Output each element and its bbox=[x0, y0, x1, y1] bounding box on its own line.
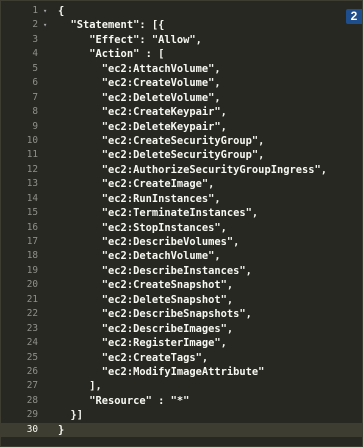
fold-arrow-icon[interactable]: ▾ bbox=[43, 4, 47, 18]
code-text: "ec2:AttachVolume", bbox=[58, 62, 221, 75]
code-text: "Resource" : "*" bbox=[58, 394, 190, 407]
code-line[interactable]: 28 "Resource" : "*" bbox=[1, 394, 362, 408]
code-line[interactable]: 7 "ec2:DeleteVolume", bbox=[1, 91, 362, 105]
code-text: "ec2:DeleteSecurityGroup", bbox=[58, 149, 265, 162]
code-line[interactable]: 15 "ec2:TerminateInstances", bbox=[1, 206, 362, 220]
code-line[interactable]: 29 }] bbox=[1, 408, 362, 422]
code-line[interactable]: 6 "ec2:CreateVolume", bbox=[1, 76, 362, 90]
code-line[interactable]: 16 "ec2:StopInstances", bbox=[1, 221, 362, 235]
line-number: 9 bbox=[32, 120, 38, 132]
code-text: "ec2:DetachVolume", bbox=[58, 250, 221, 263]
code-text: "ec2:DescribeImages", bbox=[58, 322, 234, 335]
code-line[interactable]: 14 "ec2:RunInstances", bbox=[1, 192, 362, 206]
code-line[interactable]: 18 "ec2:DetachVolume", bbox=[1, 249, 362, 263]
line-number: 10 bbox=[26, 134, 38, 146]
line-number: 23 bbox=[26, 322, 38, 334]
notification-badge[interactable]: 2 bbox=[346, 9, 362, 24]
line-number: 25 bbox=[26, 351, 38, 363]
line-number: 26 bbox=[26, 365, 38, 377]
line-number: 12 bbox=[26, 163, 38, 175]
line-number: 18 bbox=[26, 250, 38, 262]
code-text: "ec2:CreateSnapshot", bbox=[58, 279, 234, 292]
line-number: 7 bbox=[32, 91, 38, 103]
code-text: } bbox=[58, 423, 65, 436]
code-line[interactable]: 23 "ec2:DescribeImages", bbox=[1, 322, 362, 336]
code-line[interactable]: 8 "ec2:CreateKeypair", bbox=[1, 105, 362, 119]
code-line[interactable]: 25 "ec2:CreateTags", bbox=[1, 351, 362, 365]
code-text: "ec2:CreateTags", bbox=[58, 351, 209, 364]
code-text: "ec2:DeleteKeypair", bbox=[58, 120, 227, 133]
code-text: "ec2:RunInstances", bbox=[58, 192, 221, 205]
code-line[interactable]: 21 "ec2:DeleteSnapshot", bbox=[1, 293, 362, 307]
code-text: "ec2:CreateKeypair", bbox=[58, 106, 227, 119]
code-line[interactable]: 10 "ec2:CreateSecurityGroup", bbox=[1, 134, 362, 148]
code-line[interactable]: 30} bbox=[1, 422, 362, 438]
line-number: 6 bbox=[32, 77, 38, 89]
code-area[interactable]: 1 ▾{2 ▾ "Statement": [{3 "Effect": "Allow"… bbox=[1, 4, 362, 438]
code-line[interactable]: 11 "ec2:DeleteSecurityGroup", bbox=[1, 148, 362, 162]
line-number: 17 bbox=[26, 236, 38, 247]
line-number: 13 bbox=[26, 178, 38, 190]
code-text: { bbox=[58, 5, 65, 17]
code-text: "Action" : [ bbox=[58, 48, 165, 61]
code-text: "ec2:RegisterImage", bbox=[58, 337, 227, 350]
code-text: "ec2:AuthorizeSecurityGroupIngress", bbox=[58, 163, 327, 176]
line-number: 1 bbox=[32, 5, 38, 16]
line-number: 2 bbox=[32, 19, 38, 31]
code-line[interactable]: 1 ▾ { bbox=[1, 4, 362, 18]
code-text: "ec2:DescribeVolumes", bbox=[58, 236, 240, 248]
code-editor[interactable]: { "editor": { "badge": "2", "active_line… bbox=[0, 0, 363, 447]
line-number: 16 bbox=[26, 221, 38, 233]
line-number: 19 bbox=[26, 264, 38, 276]
line-number: 27 bbox=[26, 380, 38, 392]
code-line[interactable]: 4 "Action" : [ bbox=[1, 47, 362, 61]
code-text: "ec2:TerminateInstances", bbox=[58, 207, 259, 220]
code-text: "ec2:CreateVolume", bbox=[58, 77, 221, 90]
code-line[interactable]: 5 "ec2:AttachVolume", bbox=[1, 62, 362, 76]
code-line[interactable]: 9 "ec2:DeleteKeypair", bbox=[1, 120, 362, 134]
code-line[interactable]: 3 "Effect": "Allow", bbox=[1, 33, 362, 47]
code-line[interactable]: 2 ▾ "Statement": [{ bbox=[1, 18, 362, 32]
code-line[interactable]: 13 "ec2:CreateImage", bbox=[1, 177, 362, 191]
code-line[interactable]: 17 "ec2:DescribeVolumes", bbox=[1, 235, 362, 249]
code-text: "ec2:DeleteSnapshot", bbox=[58, 293, 234, 306]
line-number: 30 bbox=[26, 423, 38, 435]
line-number: 15 bbox=[26, 207, 38, 219]
code-line[interactable]: 24 "ec2:RegisterImage", bbox=[1, 336, 362, 350]
code-text: "ec2:StopInstances", bbox=[58, 221, 227, 234]
code-line[interactable]: 22 "ec2:DescribeSnapshots", bbox=[1, 307, 362, 321]
code-text: "ec2:ModifyImageAttribute" bbox=[58, 365, 265, 378]
fold-arrow-icon[interactable]: ▾ bbox=[43, 18, 47, 32]
line-number: 24 bbox=[26, 337, 38, 349]
code-text: }] bbox=[58, 409, 84, 422]
line-number: 3 bbox=[32, 33, 38, 45]
code-line[interactable]: 19 "ec2:DescribeInstances", bbox=[1, 264, 362, 278]
code-text: "ec2:CreateSecurityGroup", bbox=[58, 134, 265, 147]
code-line[interactable]: 27 ], bbox=[1, 379, 362, 393]
code-line[interactable]: 20 "ec2:CreateSnapshot", bbox=[1, 278, 362, 292]
code-text: "ec2:DescribeInstances", bbox=[58, 264, 252, 277]
line-number: 11 bbox=[26, 149, 38, 161]
line-number: 20 bbox=[26, 279, 38, 291]
line-number: 22 bbox=[26, 308, 38, 320]
line-number: 29 bbox=[26, 409, 38, 421]
line-number: 28 bbox=[26, 394, 38, 406]
code-line[interactable]: 12 "ec2:AuthorizeSecurityGroupIngress", bbox=[1, 163, 362, 177]
line-number: 4 bbox=[32, 48, 38, 60]
code-text: "Effect": "Allow", bbox=[58, 33, 202, 46]
code-text: "ec2:CreateImage", bbox=[58, 178, 215, 191]
line-number: 21 bbox=[26, 293, 38, 305]
line-number: 5 bbox=[32, 62, 38, 74]
code-text: "ec2:DeleteVolume", bbox=[58, 91, 221, 104]
line-number: 8 bbox=[32, 106, 38, 118]
code-text: "ec2:DescribeSnapshots", bbox=[58, 308, 252, 321]
code-text: ], bbox=[58, 380, 102, 393]
line-number: 14 bbox=[26, 192, 38, 204]
code-line[interactable]: 26 "ec2:ModifyImageAttribute" bbox=[1, 365, 362, 379]
code-text: "Statement": [{ bbox=[58, 19, 165, 32]
